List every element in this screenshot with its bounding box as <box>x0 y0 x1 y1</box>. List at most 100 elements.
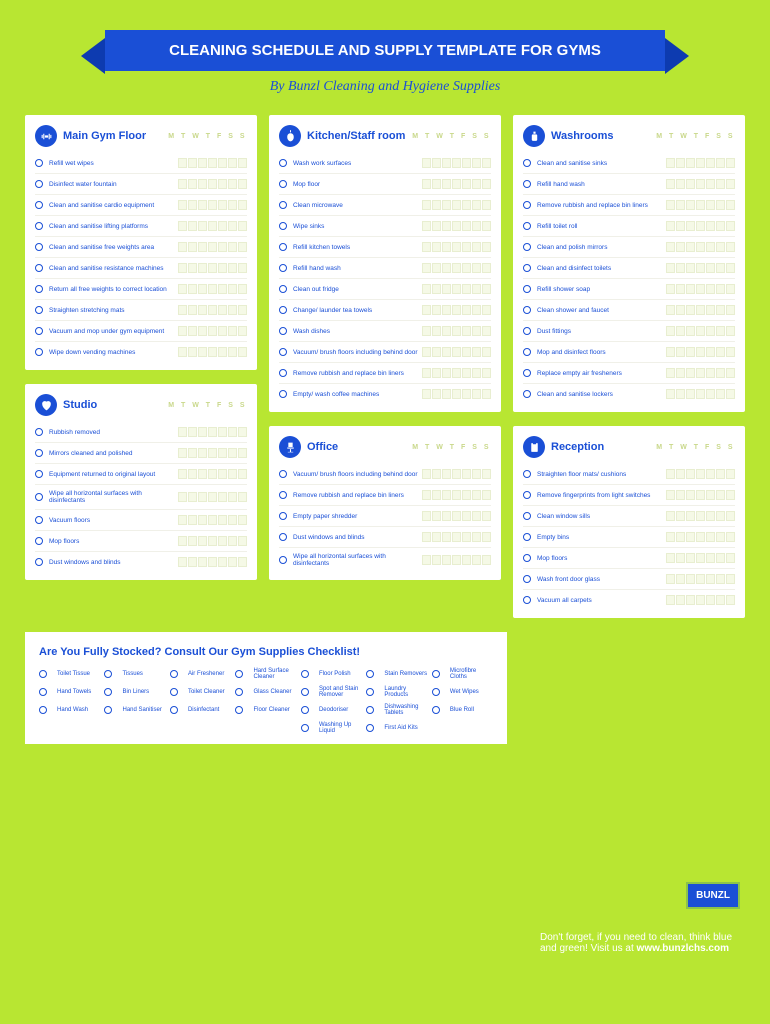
task-radio[interactable] <box>279 327 287 335</box>
day-checkbox[interactable] <box>726 574 735 584</box>
task-radio[interactable] <box>523 306 531 314</box>
day-checkbox[interactable] <box>666 326 675 336</box>
day-checkbox[interactable] <box>452 284 461 294</box>
day-checkbox[interactable] <box>676 368 685 378</box>
day-checkbox[interactable] <box>462 263 471 273</box>
supply-radio[interactable] <box>170 688 178 696</box>
day-checkbox[interactable] <box>208 427 217 437</box>
day-checkbox[interactable] <box>686 389 695 399</box>
day-checkbox[interactable] <box>686 368 695 378</box>
supply-radio[interactable] <box>432 688 440 696</box>
day-checkbox[interactable] <box>442 532 451 542</box>
day-checkbox[interactable] <box>686 469 695 479</box>
day-checkbox[interactable] <box>462 200 471 210</box>
day-checkbox[interactable] <box>696 469 705 479</box>
supply-radio[interactable] <box>235 670 243 678</box>
day-checkbox[interactable] <box>442 221 451 231</box>
task-radio[interactable] <box>279 306 287 314</box>
day-checkbox[interactable] <box>188 179 197 189</box>
day-checkbox[interactable] <box>666 221 675 231</box>
day-checkbox[interactable] <box>442 368 451 378</box>
day-checkbox[interactable] <box>726 284 735 294</box>
day-checkbox[interactable] <box>716 263 725 273</box>
day-checkbox[interactable] <box>432 326 441 336</box>
day-checkbox[interactable] <box>482 511 491 521</box>
day-checkbox[interactable] <box>228 557 237 567</box>
day-checkbox[interactable] <box>472 221 481 231</box>
day-checkbox[interactable] <box>218 221 227 231</box>
day-checkbox[interactable] <box>432 555 441 565</box>
day-checkbox[interactable] <box>676 574 685 584</box>
day-checkbox[interactable] <box>482 490 491 500</box>
task-radio[interactable] <box>523 348 531 356</box>
day-checkbox[interactable] <box>666 263 675 273</box>
day-checkbox[interactable] <box>676 179 685 189</box>
day-checkbox[interactable] <box>218 158 227 168</box>
task-radio[interactable] <box>35 306 43 314</box>
task-radio[interactable] <box>279 201 287 209</box>
day-checkbox[interactable] <box>218 469 227 479</box>
day-checkbox[interactable] <box>686 179 695 189</box>
supply-radio[interactable] <box>432 706 440 714</box>
day-checkbox[interactable] <box>462 532 471 542</box>
task-radio[interactable] <box>279 264 287 272</box>
day-checkbox[interactable] <box>432 511 441 521</box>
day-checkbox[interactable] <box>432 179 441 189</box>
day-checkbox[interactable] <box>482 469 491 479</box>
day-checkbox[interactable] <box>422 305 431 315</box>
supply-radio[interactable] <box>170 670 178 678</box>
day-checkbox[interactable] <box>442 242 451 252</box>
day-checkbox[interactable] <box>666 469 675 479</box>
day-checkbox[interactable] <box>726 263 735 273</box>
task-radio[interactable] <box>35 327 43 335</box>
task-radio[interactable] <box>279 159 287 167</box>
task-radio[interactable] <box>523 285 531 293</box>
task-radio[interactable] <box>523 327 531 335</box>
day-checkbox[interactable] <box>208 305 217 315</box>
day-checkbox[interactable] <box>238 158 247 168</box>
day-checkbox[interactable] <box>178 242 187 252</box>
day-checkbox[interactable] <box>472 284 481 294</box>
day-checkbox[interactable] <box>218 284 227 294</box>
day-checkbox[interactable] <box>188 221 197 231</box>
day-checkbox[interactable] <box>686 532 695 542</box>
day-checkbox[interactable] <box>218 557 227 567</box>
day-checkbox[interactable] <box>178 200 187 210</box>
day-checkbox[interactable] <box>422 326 431 336</box>
day-checkbox[interactable] <box>716 305 725 315</box>
day-checkbox[interactable] <box>726 305 735 315</box>
day-checkbox[interactable] <box>422 200 431 210</box>
day-checkbox[interactable] <box>422 284 431 294</box>
day-checkbox[interactable] <box>726 389 735 399</box>
task-radio[interactable] <box>35 159 43 167</box>
task-radio[interactable] <box>523 390 531 398</box>
day-checkbox[interactable] <box>686 595 695 605</box>
day-checkbox[interactable] <box>198 469 207 479</box>
day-checkbox[interactable] <box>716 284 725 294</box>
day-checkbox[interactable] <box>422 469 431 479</box>
day-checkbox[interactable] <box>198 179 207 189</box>
day-checkbox[interactable] <box>228 158 237 168</box>
day-checkbox[interactable] <box>228 305 237 315</box>
day-checkbox[interactable] <box>676 347 685 357</box>
day-checkbox[interactable] <box>442 179 451 189</box>
day-checkbox[interactable] <box>188 515 197 525</box>
task-radio[interactable] <box>523 575 531 583</box>
day-checkbox[interactable] <box>472 532 481 542</box>
day-checkbox[interactable] <box>726 221 735 231</box>
day-checkbox[interactable] <box>482 263 491 273</box>
day-checkbox[interactable] <box>666 305 675 315</box>
day-checkbox[interactable] <box>432 221 441 231</box>
task-radio[interactable] <box>35 222 43 230</box>
day-checkbox[interactable] <box>726 511 735 521</box>
day-checkbox[interactable] <box>442 555 451 565</box>
day-checkbox[interactable] <box>198 536 207 546</box>
day-checkbox[interactable] <box>188 427 197 437</box>
day-checkbox[interactable] <box>238 492 247 502</box>
day-checkbox[interactable] <box>432 532 441 542</box>
day-checkbox[interactable] <box>666 158 675 168</box>
day-checkbox[interactable] <box>716 221 725 231</box>
day-checkbox[interactable] <box>716 158 725 168</box>
day-checkbox[interactable] <box>666 284 675 294</box>
day-checkbox[interactable] <box>462 511 471 521</box>
